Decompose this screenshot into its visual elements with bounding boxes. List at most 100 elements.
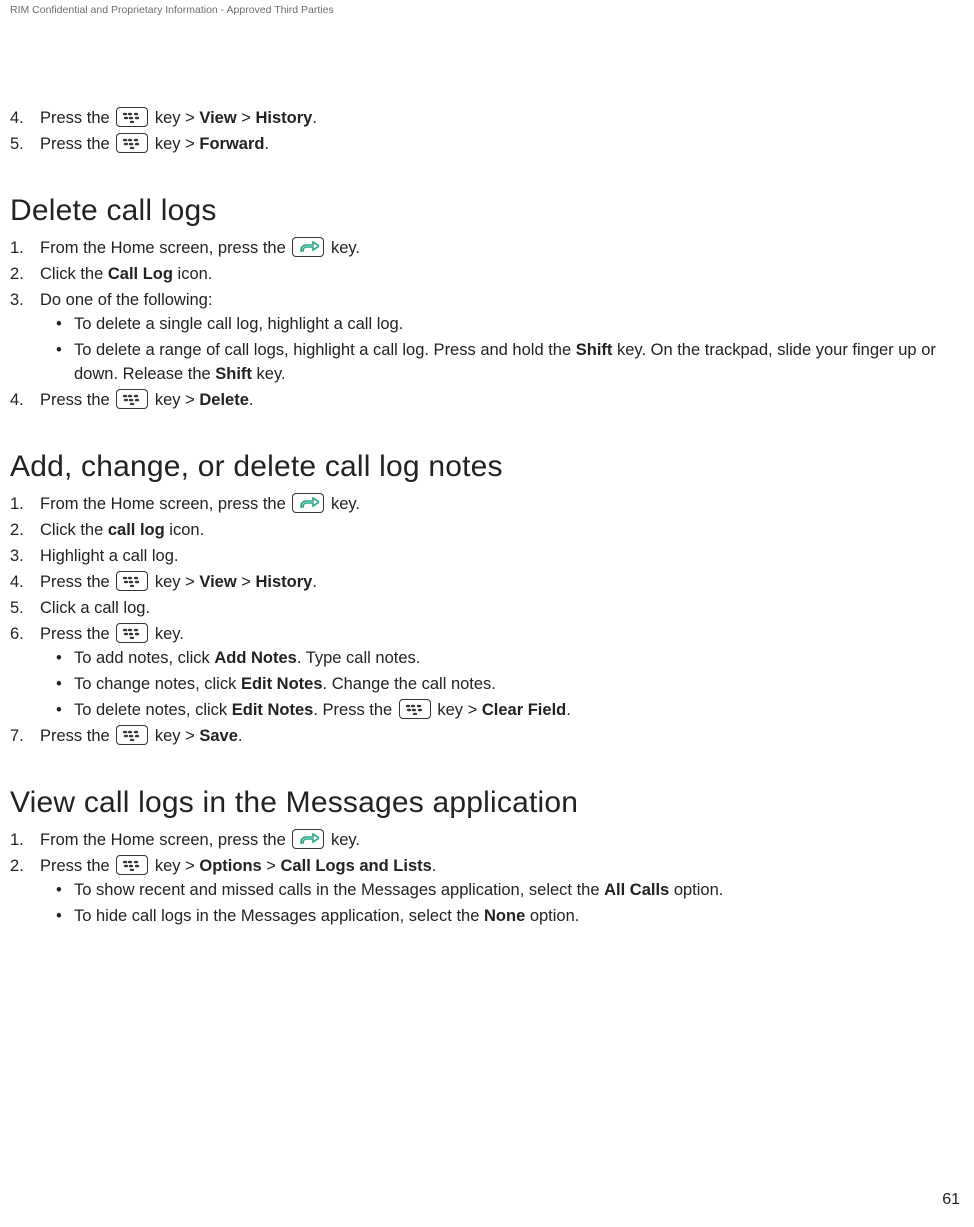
text: Press the bbox=[40, 857, 114, 875]
bold-text: Add Notes bbox=[214, 649, 297, 667]
bold-text: Edit Notes bbox=[232, 701, 314, 719]
text: To hide call logs in the Messages applic… bbox=[74, 907, 484, 925]
text: icon. bbox=[173, 265, 212, 283]
text: option. bbox=[525, 907, 579, 925]
text: Press the bbox=[40, 135, 114, 153]
messages-steps: 1. From the Home screen, press the key. … bbox=[10, 828, 964, 928]
text: . bbox=[432, 857, 437, 875]
send-key-icon bbox=[292, 237, 324, 257]
section-heading-messages: View call logs in the Messages applicati… bbox=[10, 786, 964, 820]
step-number: 1. bbox=[10, 492, 32, 516]
bold-text: History bbox=[256, 109, 313, 127]
step-1: 1. From the Home screen, press the key. bbox=[10, 492, 964, 516]
step-number: 4. bbox=[10, 388, 32, 412]
step-4: 4. Press the key > View > History. bbox=[10, 570, 964, 594]
step-1: 1. From the Home screen, press the key. bbox=[10, 236, 964, 260]
step-number: 2. bbox=[10, 854, 32, 878]
text: key. bbox=[150, 625, 184, 643]
text: . bbox=[312, 573, 317, 591]
bold-text: View bbox=[199, 573, 236, 591]
section-heading-delete: Delete call logs bbox=[10, 194, 964, 228]
continued-list: 4. Press the key > View > History. 5. Pr… bbox=[10, 106, 964, 156]
step-6: 6. Press the key. To add notes, click Ad… bbox=[10, 622, 964, 722]
bold-text: Clear Field bbox=[482, 701, 566, 719]
text: > bbox=[262, 857, 281, 875]
text: key. bbox=[326, 239, 360, 257]
step-number: 7. bbox=[10, 724, 32, 748]
blackberry-key-icon bbox=[116, 133, 148, 153]
delete-steps: 1. From the Home screen, press the key. … bbox=[10, 236, 964, 412]
text: Press the bbox=[40, 573, 114, 591]
blackberry-key-icon bbox=[116, 571, 148, 591]
send-key-icon bbox=[292, 493, 324, 513]
text: . bbox=[312, 109, 317, 127]
text: Click a call log. bbox=[40, 599, 150, 617]
step-number: 5. bbox=[10, 596, 32, 620]
text: key > bbox=[150, 573, 199, 591]
bullet-add: To add notes, click Add Notes. Type call… bbox=[74, 646, 964, 670]
step-3: 3. Do one of the following: To delete a … bbox=[10, 288, 964, 386]
text: From the Home screen, press the bbox=[40, 831, 290, 849]
bold-text: Delete bbox=[199, 391, 249, 409]
bold-text: Save bbox=[199, 727, 238, 745]
bullet-hide: To hide call logs in the Messages applic… bbox=[74, 904, 964, 928]
text: Do one of the following: bbox=[40, 291, 212, 309]
step-number: 1. bbox=[10, 828, 32, 852]
text: Press the bbox=[40, 391, 114, 409]
step-number: 2. bbox=[10, 518, 32, 542]
blackberry-key-icon bbox=[116, 389, 148, 409]
sub-bullets: To add notes, click Add Notes. Type call… bbox=[40, 646, 964, 722]
blackberry-key-icon bbox=[399, 699, 431, 719]
sub-bullets: To show recent and missed calls in the M… bbox=[40, 878, 964, 928]
step-number: 5. bbox=[10, 132, 32, 156]
step-3: 3. Highlight a call log. bbox=[10, 544, 964, 568]
text: From the Home screen, press the bbox=[40, 239, 290, 257]
notes-steps: 1. From the Home screen, press the key. … bbox=[10, 492, 964, 748]
bullet-change: To change notes, click Edit Notes. Chang… bbox=[74, 672, 964, 696]
bold-text: Shift bbox=[576, 341, 613, 359]
bold-text: Forward bbox=[199, 135, 264, 153]
text: key > bbox=[150, 135, 199, 153]
text: . bbox=[249, 391, 254, 409]
text: key. bbox=[252, 365, 286, 383]
step-number: 2. bbox=[10, 262, 32, 286]
step-5: 5. Press the key > Forward. bbox=[10, 132, 964, 156]
text: > bbox=[237, 573, 256, 591]
step-1: 1. From the Home screen, press the key. bbox=[10, 828, 964, 852]
bullet-delete: To delete notes, click Edit Notes. Press… bbox=[74, 698, 964, 722]
bold-text: View bbox=[199, 109, 236, 127]
text: key. bbox=[326, 495, 360, 513]
bold-text: Options bbox=[199, 857, 261, 875]
step-4: 4. Press the key > Delete. bbox=[10, 388, 964, 412]
blackberry-key-icon bbox=[116, 855, 148, 875]
step-2: 2. Press the key > Options > Call Logs a… bbox=[10, 854, 964, 928]
text: To delete notes, click bbox=[74, 701, 232, 719]
bold-text: Call Logs and Lists bbox=[281, 857, 432, 875]
bullet-single: To delete a single call log, highlight a… bbox=[74, 312, 964, 336]
text: . Change the call notes. bbox=[323, 675, 496, 693]
page-number: 61 bbox=[942, 1191, 960, 1209]
send-key-icon bbox=[292, 829, 324, 849]
text: Click the bbox=[40, 521, 108, 539]
text: key > bbox=[150, 109, 199, 127]
text: To change notes, click bbox=[74, 675, 241, 693]
blackberry-key-icon bbox=[116, 623, 148, 643]
step-2: 2. Click the call log icon. bbox=[10, 518, 964, 542]
text: Click the bbox=[40, 265, 108, 283]
text: From the Home screen, press the bbox=[40, 495, 290, 513]
text: > bbox=[237, 109, 256, 127]
text: To delete a range of call logs, highligh… bbox=[74, 341, 576, 359]
sub-bullets: To delete a single call log, highlight a… bbox=[40, 312, 964, 386]
bullet-range: To delete a range of call logs, highligh… bbox=[74, 338, 964, 386]
text: key > bbox=[150, 391, 199, 409]
text: key > bbox=[150, 857, 199, 875]
bold-text: All Calls bbox=[604, 881, 669, 899]
step-number: 4. bbox=[10, 570, 32, 594]
text: key > bbox=[150, 727, 199, 745]
bold-text: Edit Notes bbox=[241, 675, 323, 693]
text: Highlight a call log. bbox=[40, 547, 179, 565]
bold-text: None bbox=[484, 907, 525, 925]
bold-text: Shift bbox=[215, 365, 252, 383]
text: Press the bbox=[40, 109, 114, 127]
step-number: 4. bbox=[10, 106, 32, 130]
